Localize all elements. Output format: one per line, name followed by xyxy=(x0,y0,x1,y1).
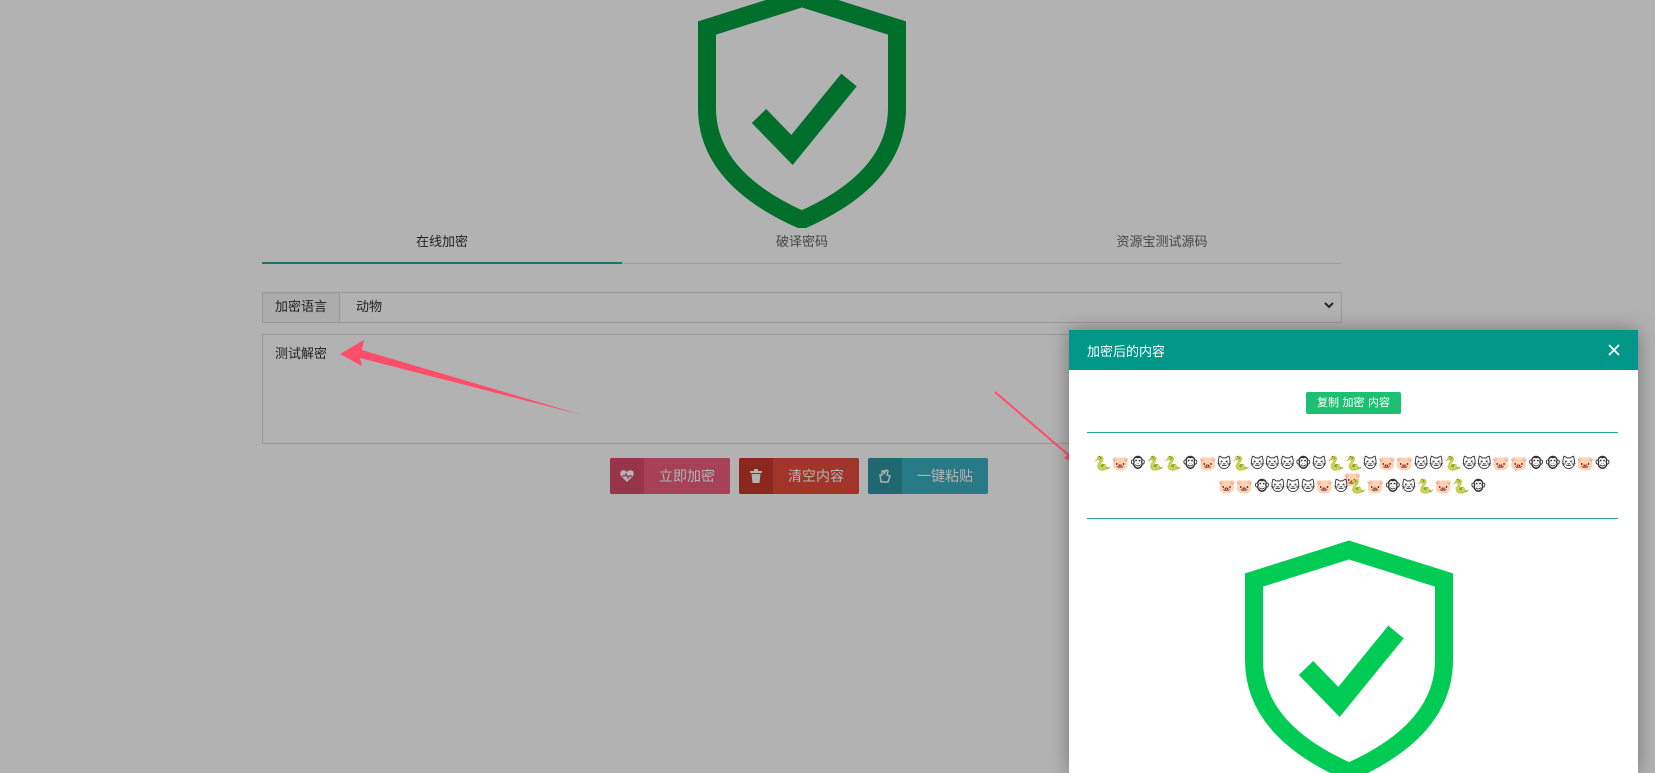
divider-top xyxy=(1087,432,1618,433)
encrypted-text-line-2: 🐷🐷🐵🐱🐱🐱🐷🐱🐍🐷🐵🐱🐍🐷🐍🐵 xyxy=(1218,479,1487,495)
copy-encrypted-button[interactable]: 复制 加密 内容 xyxy=(1306,392,1401,414)
dialog-header: 加密后的内容 xyxy=(1069,330,1638,370)
divider-bottom xyxy=(1087,518,1618,519)
page: 在线加密 破译密码 资源宝测试源码 加密语言 动物 测试解密 立即加密 清空内容… xyxy=(0,0,1655,773)
shield-check-icon xyxy=(1245,540,1453,773)
encrypted-result-dialog: 加密后的内容 复制 加密 内容 🐍🐷🐵🐍🐍🐵🐷🐱🐍🐱🐱🐱🐵🐱🐍🐍🐱🐷🐷🐱🐱🐍🐱🐱… xyxy=(1069,330,1638,773)
close-icon[interactable] xyxy=(1604,340,1624,360)
dialog-title: 加密后的内容 xyxy=(1087,344,1166,360)
